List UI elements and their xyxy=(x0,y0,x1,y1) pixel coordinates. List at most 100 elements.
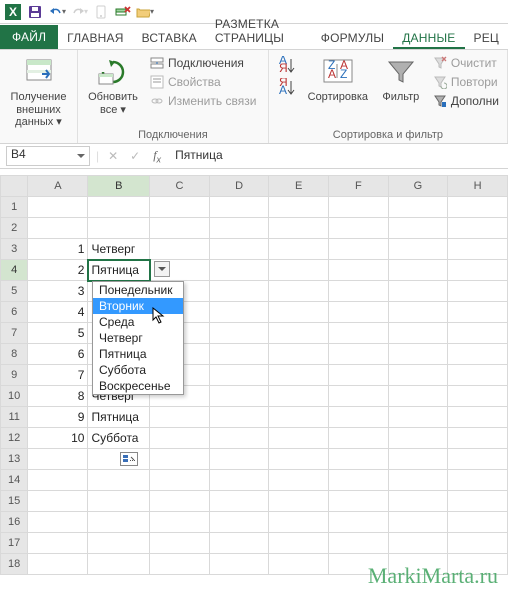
cell-F9[interactable] xyxy=(329,365,389,386)
cell-D12[interactable] xyxy=(209,428,269,449)
cell-H6[interactable] xyxy=(448,302,508,323)
row-header-5[interactable]: 5 xyxy=(1,281,28,302)
dropdown-option[interactable]: Четверг xyxy=(93,330,183,346)
tab-formulas[interactable]: ФОРМУЛЫ xyxy=(312,27,393,49)
row-header-6[interactable]: 6 xyxy=(1,302,28,323)
cell-E17[interactable] xyxy=(269,533,329,554)
cell-C15[interactable] xyxy=(150,491,210,512)
cell-B13[interactable] xyxy=(88,449,150,470)
refresh-all-button[interactable]: Обновить все ▾ xyxy=(82,54,144,118)
autofill-options-icon[interactable] xyxy=(120,452,138,466)
cell-D9[interactable] xyxy=(209,365,269,386)
cell-H14[interactable] xyxy=(448,470,508,491)
cell-B3[interactable]: Четверг xyxy=(88,239,150,260)
dropdown-option[interactable]: Воскресенье xyxy=(93,378,183,394)
cell-G2[interactable] xyxy=(388,218,448,239)
cell-G1[interactable] xyxy=(388,197,448,218)
cell-A16[interactable] xyxy=(28,512,88,533)
cell-F4[interactable] xyxy=(329,260,389,281)
cell-B14[interactable] xyxy=(88,470,150,491)
row-header-15[interactable]: 15 xyxy=(1,491,28,512)
cell-F2[interactable] xyxy=(329,218,389,239)
cell-C11[interactable] xyxy=(150,407,210,428)
cell-A17[interactable] xyxy=(28,533,88,554)
delete-row-icon[interactable] xyxy=(114,3,132,21)
cell-C2[interactable] xyxy=(150,218,210,239)
tab-home[interactable]: ГЛАВНАЯ xyxy=(58,27,132,49)
cell-F13[interactable] xyxy=(329,449,389,470)
cell-D13[interactable] xyxy=(209,449,269,470)
cell-F7[interactable] xyxy=(329,323,389,344)
cell-H13[interactable] xyxy=(448,449,508,470)
cell-E4[interactable] xyxy=(269,260,329,281)
cell-C17[interactable] xyxy=(150,533,210,554)
cell-C1[interactable] xyxy=(150,197,210,218)
tab-data[interactable]: ДАННЫЕ xyxy=(393,27,464,49)
cell-A3[interactable]: 1 xyxy=(28,239,88,260)
col-header-E[interactable]: E xyxy=(269,176,329,197)
cell-H2[interactable] xyxy=(448,218,508,239)
cell-C12[interactable] xyxy=(150,428,210,449)
cell-F12[interactable] xyxy=(329,428,389,449)
row-header-17[interactable]: 17 xyxy=(1,533,28,554)
cell-G9[interactable] xyxy=(388,365,448,386)
cell-H11[interactable] xyxy=(448,407,508,428)
cell-B15[interactable] xyxy=(88,491,150,512)
cell-B18[interactable] xyxy=(88,554,150,575)
cell-A11[interactable]: 9 xyxy=(28,407,88,428)
cell-G6[interactable] xyxy=(388,302,448,323)
cell-G12[interactable] xyxy=(388,428,448,449)
cell-H16[interactable] xyxy=(448,512,508,533)
cell-A12[interactable]: 10 xyxy=(28,428,88,449)
cell-H8[interactable] xyxy=(448,344,508,365)
cell-G3[interactable] xyxy=(388,239,448,260)
cell-E12[interactable] xyxy=(269,428,329,449)
cell-E13[interactable] xyxy=(269,449,329,470)
cell-D4[interactable] xyxy=(209,260,269,281)
cell-G4[interactable] xyxy=(388,260,448,281)
dropdown-option[interactable]: Суббота xyxy=(93,362,183,378)
cell-H3[interactable] xyxy=(448,239,508,260)
row-header-9[interactable]: 9 xyxy=(1,365,28,386)
cell-B4[interactable]: Пятница xyxy=(88,260,150,281)
cell-G8[interactable] xyxy=(388,344,448,365)
cell-C16[interactable] xyxy=(150,512,210,533)
cell-H1[interactable] xyxy=(448,197,508,218)
cell-A6[interactable]: 4 xyxy=(28,302,88,323)
row-header-4[interactable]: 4 xyxy=(1,260,28,281)
cell-F1[interactable] xyxy=(329,197,389,218)
save-icon[interactable] xyxy=(26,3,44,21)
cell-H15[interactable] xyxy=(448,491,508,512)
cell-E18[interactable] xyxy=(269,554,329,575)
get-external-data-button[interactable]: Получение внешних данных ▾ xyxy=(4,54,73,131)
connections-button[interactable]: Подключения xyxy=(146,54,260,72)
cell-E14[interactable] xyxy=(269,470,329,491)
cell-D6[interactable] xyxy=(209,302,269,323)
cell-D11[interactable] xyxy=(209,407,269,428)
col-header-H[interactable]: H xyxy=(448,176,508,197)
sort-button[interactable]: ZAAZ Сортировка xyxy=(303,54,373,106)
cell-H4[interactable] xyxy=(448,260,508,281)
cell-H10[interactable] xyxy=(448,386,508,407)
cell-H5[interactable] xyxy=(448,281,508,302)
cell-D10[interactable] xyxy=(209,386,269,407)
row-header-18[interactable]: 18 xyxy=(1,554,28,575)
cell-E1[interactable] xyxy=(269,197,329,218)
cell-A8[interactable]: 6 xyxy=(28,344,88,365)
cell-A9[interactable]: 7 xyxy=(28,365,88,386)
cell-B12[interactable]: Суббота xyxy=(88,428,150,449)
cell-D15[interactable] xyxy=(209,491,269,512)
cell-E5[interactable] xyxy=(269,281,329,302)
sort-az-icon[interactable]: АЯ xyxy=(277,56,297,76)
cell-E6[interactable] xyxy=(269,302,329,323)
cell-E11[interactable] xyxy=(269,407,329,428)
autocomplete-dropdown[interactable]: ПонедельникВторникСредаЧетвергПятницаСуб… xyxy=(92,281,184,395)
col-header-C[interactable]: C xyxy=(150,176,210,197)
cell-H18[interactable] xyxy=(448,554,508,575)
row-header-12[interactable]: 12 xyxy=(1,428,28,449)
cell-G11[interactable] xyxy=(388,407,448,428)
cell-D5[interactable] xyxy=(209,281,269,302)
cell-A10[interactable]: 8 xyxy=(28,386,88,407)
tab-file[interactable]: ФАЙЛ xyxy=(0,25,58,49)
cell-C13[interactable] xyxy=(150,449,210,470)
